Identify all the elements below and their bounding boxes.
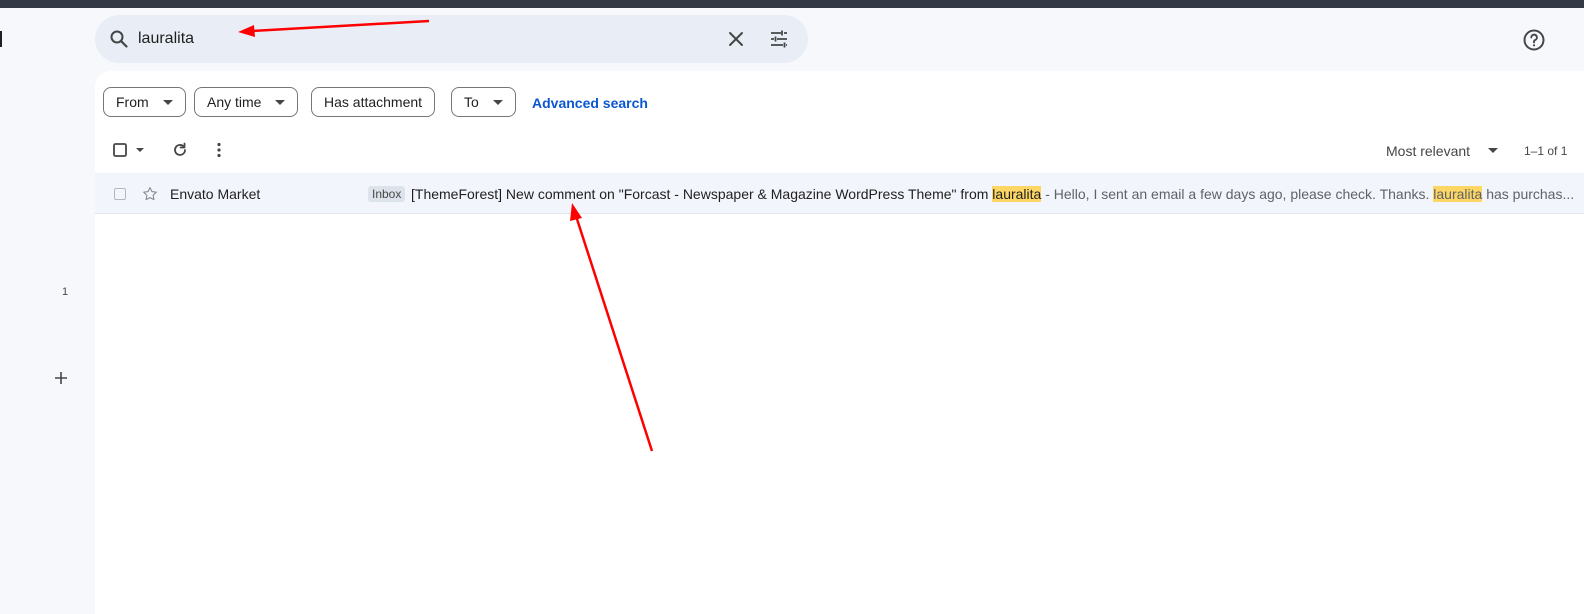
filter-chip-from[interactable]: From bbox=[103, 87, 186, 117]
inbox-label-badge[interactable]: Inbox bbox=[368, 186, 406, 202]
search-term-highlight: lauralita bbox=[1433, 186, 1483, 202]
search-term-highlight: lauralita bbox=[992, 186, 1042, 202]
email-list-item[interactable]: Envato Market Inbox [ThemeForest] New co… bbox=[95, 173, 1584, 214]
advanced-search-link[interactable]: Advanced search bbox=[532, 95, 648, 111]
filter-chip-label: To bbox=[464, 94, 479, 110]
email-sender: Envato Market bbox=[170, 186, 261, 202]
checkbox-icon bbox=[113, 143, 144, 157]
search-icon[interactable] bbox=[109, 29, 129, 49]
new-label-button[interactable] bbox=[50, 367, 72, 389]
sort-dropdown[interactable]: Most relevant bbox=[1386, 143, 1470, 159]
refresh-icon bbox=[174, 142, 186, 156]
filter-chip-to[interactable]: To bbox=[451, 87, 516, 117]
chevron-down-icon bbox=[162, 99, 173, 105]
row-checkbox[interactable] bbox=[114, 188, 126, 200]
email-snippet: - Hello, I sent an email a few days ago,… bbox=[1041, 186, 1434, 202]
refresh-button[interactable] bbox=[169, 139, 191, 161]
email-subject-snippet: [ThemeForest] New comment on "Forcast - … bbox=[411, 186, 1584, 202]
filter-chip-label: Any time bbox=[207, 94, 262, 110]
rail-edge-marker bbox=[0, 31, 2, 47]
pagination-text: 1–1 of 1 bbox=[1524, 144, 1568, 158]
search-input[interactable]: lauralita bbox=[138, 29, 194, 49]
email-subject: [ThemeForest] New comment on "Forcast - … bbox=[411, 186, 993, 202]
plus-icon bbox=[55, 372, 67, 384]
email-snippet-tail: has purchas... bbox=[1482, 186, 1575, 202]
filter-chip-label: Has attachment bbox=[324, 94, 423, 110]
chevron-down-icon[interactable] bbox=[1488, 148, 1498, 153]
search-results-panel: From Any time Has attachment To Advanced… bbox=[95, 71, 1584, 614]
filter-chip-has-attachment[interactable]: Has attachment bbox=[311, 87, 436, 117]
rail-unread-count: 1 bbox=[61, 286, 69, 298]
chevron-down-icon bbox=[275, 99, 286, 105]
more-vert-icon bbox=[217, 142, 221, 158]
star-icon[interactable] bbox=[141, 185, 159, 203]
clear-search-icon[interactable] bbox=[725, 28, 747, 50]
filter-chip-any-time[interactable]: Any time bbox=[194, 87, 299, 117]
help-icon[interactable] bbox=[1522, 28, 1546, 52]
filter-chip-label: From bbox=[116, 94, 149, 110]
chevron-down-icon bbox=[492, 99, 503, 105]
select-all-checkbox[interactable] bbox=[109, 139, 149, 161]
search-options-icon[interactable] bbox=[768, 28, 790, 50]
more-actions-button[interactable] bbox=[208, 139, 230, 161]
search-bar[interactable]: lauralita bbox=[95, 15, 808, 63]
window-top-strip bbox=[0, 0, 1584, 8]
